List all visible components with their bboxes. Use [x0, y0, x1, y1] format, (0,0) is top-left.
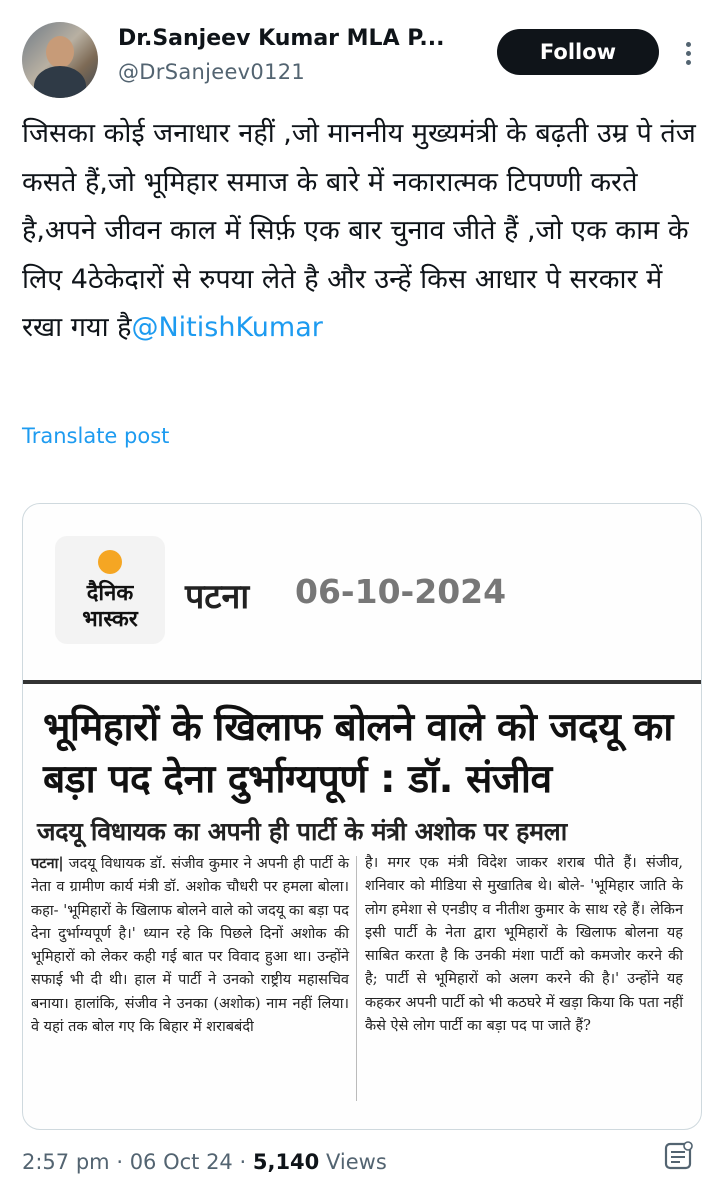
tweet-text: जिसका कोई जनाधार नहीं ,जो माननीय मुख्यमं… — [22, 110, 702, 353]
meta-separator: · — [116, 1150, 123, 1174]
avatar-body — [34, 66, 86, 98]
divider — [23, 680, 701, 684]
more-dots-icon[interactable] — [676, 38, 700, 68]
author-name[interactable]: Dr.Sanjeev Kumar MLA P... — [118, 26, 468, 51]
avatar[interactable] — [22, 22, 98, 98]
translate-post-link[interactable]: Translate post — [22, 424, 169, 448]
logo-line-2: भास्कर — [82, 606, 138, 632]
views-label: Views — [325, 1150, 387, 1174]
news-headline: भूमिहारों के खिलाफ बोलने वाले को जदयू का… — [43, 705, 673, 802]
follow-button[interactable]: Follow — [497, 29, 659, 75]
article-left-text: जदयू विधायक डॉ. संजीव कुमार ने अपनी ही प… — [31, 856, 349, 1036]
article-dateline: पटना| — [31, 855, 64, 872]
post-date[interactable]: 06 Oct 24 — [130, 1150, 233, 1174]
media-image[interactable]: दैनिक भास्कर पटना 06-10-2024 भूमिहारों क… — [22, 503, 702, 1130]
article-column-right: है। मगर एक मंत्री विदेश जाकर शराब पीते ह… — [365, 855, 683, 1035]
mention-link[interactable]: @NitishKumar — [131, 312, 322, 343]
logo-line-1: दैनिक — [86, 580, 134, 606]
post-time[interactable]: 2:57 pm — [22, 1150, 110, 1174]
column-divider — [356, 856, 357, 1101]
author-handle[interactable]: @DrSanjeev0121 — [118, 60, 305, 84]
avatar-face — [46, 36, 74, 68]
sun-icon — [98, 550, 122, 574]
dateline-date: 06-10-2024 — [295, 572, 507, 611]
tweet-body: जिसका कोई जनाधार नहीं ,जो माननीय मुख्यमं… — [22, 118, 696, 343]
views-count: 5,140 — [252, 1150, 320, 1174]
article-column-left: पटना| जदयू विधायक डॉ. संजीव कुमार ने अपन… — [31, 852, 349, 1039]
tweet-meta: 2:57 pm · 06 Oct 24 · 5,140 Views — [22, 1150, 387, 1174]
newspaper-logo: दैनिक भास्कर — [55, 536, 165, 644]
news-subhead: जदयू विधायक का अपनी ही पार्टी के मंत्री … — [37, 817, 567, 846]
grok-icon[interactable] — [660, 1138, 696, 1174]
meta-separator: · — [239, 1150, 247, 1174]
dateline-city: पटना — [185, 577, 250, 617]
